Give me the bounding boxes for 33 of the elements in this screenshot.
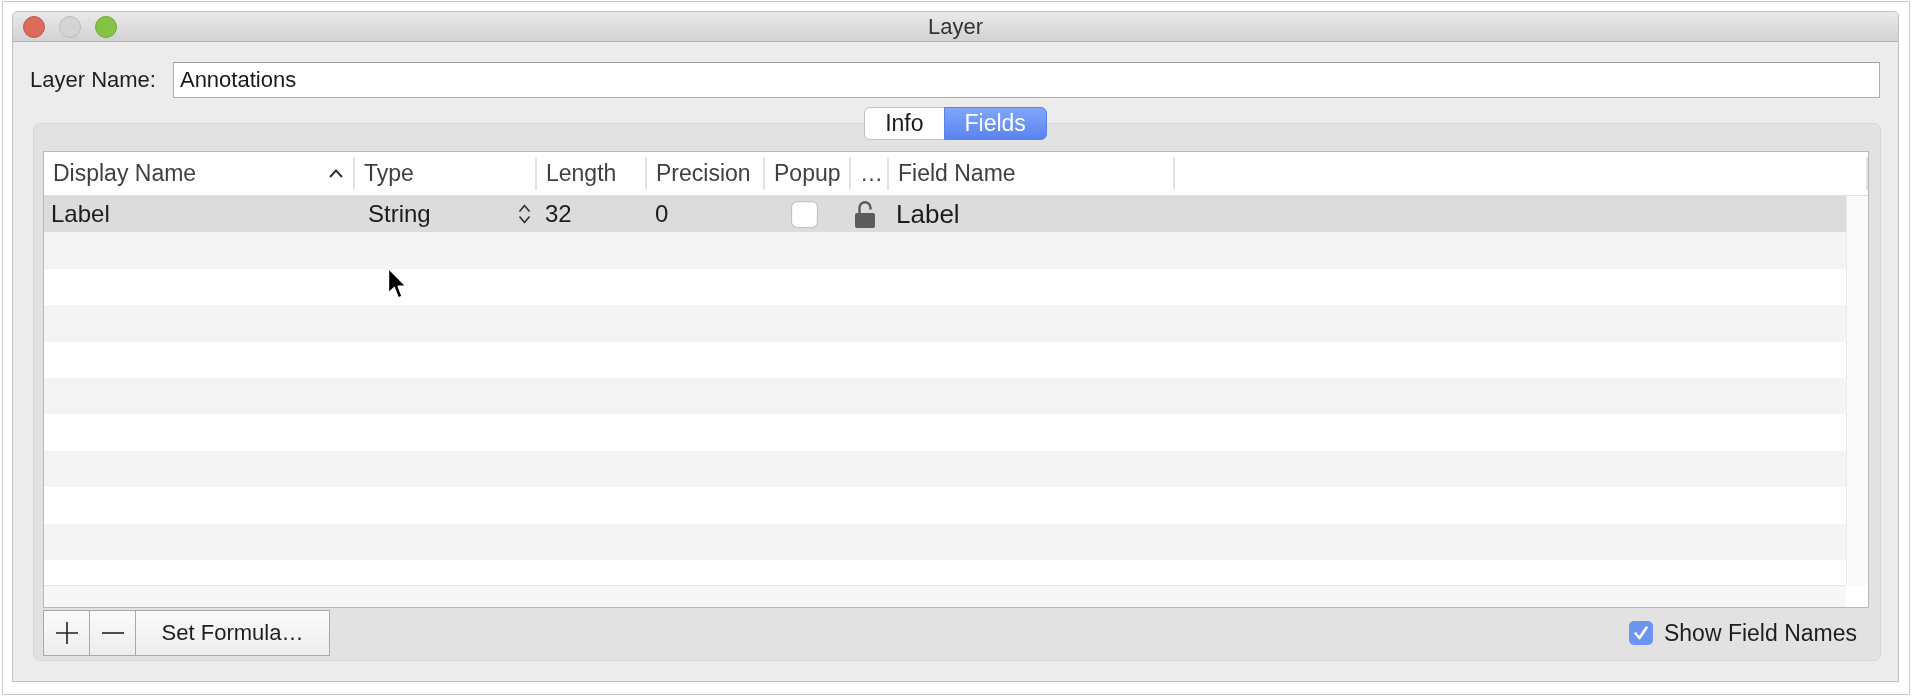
column-header[interactable]: Field Name bbox=[889, 152, 1175, 195]
minus-icon bbox=[101, 632, 124, 634]
plus-icon bbox=[55, 622, 78, 644]
zoom-button[interactable] bbox=[95, 15, 117, 38]
column-header[interactable]: Type bbox=[355, 152, 537, 195]
add-button[interactable] bbox=[43, 610, 90, 656]
column-header[interactable]: Display Name bbox=[44, 152, 355, 195]
column-header[interactable]: … bbox=[851, 152, 889, 195]
type-popup-button[interactable]: String bbox=[355, 196, 537, 232]
vertical-scrollbar[interactable] bbox=[1846, 196, 1868, 585]
table-cell-text: Label bbox=[50, 199, 111, 229]
padlock-icon[interactable] bbox=[855, 200, 875, 228]
remove-button[interactable] bbox=[89, 610, 136, 656]
show-field-names-checkbox[interactable] bbox=[1628, 621, 1653, 645]
mouse-pointer-icon bbox=[387, 267, 408, 300]
column-header[interactable]: Precision bbox=[647, 152, 765, 195]
table-cell-text: 0 bbox=[654, 199, 670, 229]
layer-name-label: Layer Name: bbox=[30, 67, 156, 93]
table-cell-text: Label bbox=[895, 197, 961, 231]
chevron-up-icon bbox=[329, 169, 343, 178]
column-header[interactable]: Length bbox=[537, 152, 647, 195]
layer-name-field[interactable]: Annotations bbox=[172, 62, 1880, 98]
show-field-names-label: Show Field Names bbox=[1663, 619, 1857, 647]
column-header[interactable]: Popup bbox=[765, 152, 851, 195]
popup-checkbox[interactable] bbox=[791, 200, 818, 228]
table-cell-text: 32 bbox=[544, 199, 573, 229]
close-button[interactable] bbox=[23, 15, 45, 38]
horizontal-scrollbar[interactable] bbox=[44, 585, 1846, 607]
window-title: Layer bbox=[927, 13, 983, 40]
up-down-chevron-icon bbox=[518, 204, 531, 224]
set-formula-button[interactable]: Set Formula… bbox=[135, 610, 330, 656]
tab[interactable]: Info bbox=[864, 107, 945, 140]
table-row[interactable]: Label String 32 0 Label bbox=[44, 196, 1846, 232]
